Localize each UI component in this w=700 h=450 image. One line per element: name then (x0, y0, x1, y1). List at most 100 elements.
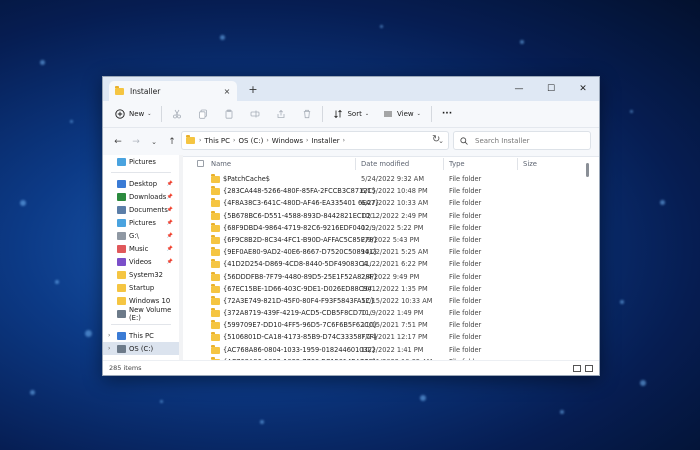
details-view-icon[interactable] (573, 365, 581, 372)
delete-button[interactable] (298, 104, 316, 124)
wallpaper-bokeh (260, 420, 264, 424)
tiles-view-icon[interactable] (585, 365, 593, 372)
sort-button[interactable]: Sort ⌄ (329, 104, 373, 124)
breadcrumb-installer[interactable]: Installer (311, 137, 339, 145)
sidebar-item-system32[interactable]: System32 (103, 268, 179, 281)
sidebar-item-label: Startup (129, 283, 155, 292)
table-row[interactable]: {68F9DBD4-9864-4719-82C6-9216EDF0402... 1… (183, 222, 591, 234)
up-button[interactable]: ↑ (163, 137, 181, 147)
sidebar-item-new-volume-e[interactable]: New Volume (E:) (103, 306, 179, 322)
share-button[interactable] (272, 104, 290, 124)
table-row[interactable]: {72A3E749-821D-45F0-80F4-F93F5843FA5C} 12… (183, 295, 591, 307)
desktop-icon (117, 179, 126, 188)
search-input[interactable] (473, 135, 587, 146)
file-date-modified: 10/22/2021 5:25 AM (361, 248, 429, 257)
sidebar-item-pictures[interactable]: Pictures 📌 (103, 216, 179, 229)
wallpaper-bokeh (55, 280, 59, 284)
column-header-name[interactable]: Name (211, 160, 231, 168)
sidebar-item-videos[interactable]: Videos 📌 (103, 255, 179, 268)
table-row[interactable]: {5B678BC6-D551-4588-893D-8442821ECD2... 1… (183, 210, 591, 222)
new-button[interactable]: New ⌄ (111, 104, 155, 124)
select-all-checkbox[interactable] (197, 160, 204, 167)
sidebar-item-os-c[interactable]: › OS (C:) (103, 342, 179, 355)
table-row[interactable]: {41D2D254-D869-4CD8-8440-5DF49083C4... 11… (183, 258, 591, 270)
table-row[interactable]: $PatchCache$ 5/24/2022 9:32 AM File folder (183, 173, 591, 185)
forward-button[interactable]: → (127, 137, 145, 147)
column-header-size[interactable]: Size (523, 160, 537, 168)
file-type: File folder (449, 345, 482, 354)
table-row[interactable]: {5106801D-CA18-4173-85B9-D74C33358F7F} 7/… (183, 331, 591, 343)
rename-button[interactable] (246, 104, 264, 124)
table-row[interactable]: {AC768A86-0804-1033-1959-018244601032} 10… (183, 344, 591, 356)
file-type: File folder (449, 260, 482, 269)
close-button[interactable]: ✕ (567, 77, 599, 101)
pictures-icon (117, 157, 126, 166)
column-divider[interactable] (517, 158, 518, 170)
maximize-button[interactable]: ☐ (535, 77, 567, 101)
minimize-button[interactable]: — (503, 77, 535, 101)
table-row[interactable]: {56DDDFB8-7F79-4480-89D5-25E1F52A828F} 2/… (183, 271, 591, 283)
sidebar-item-label: Downloads (129, 192, 167, 201)
file-list: Name Date modified Type Size $PatchCache… (183, 155, 591, 360)
refresh-icon[interactable]: ↻ (432, 134, 440, 145)
system32-icon (117, 270, 126, 279)
file-type: File folder (449, 296, 482, 305)
sidebar-item-label: Documents (129, 205, 168, 214)
expand-chevron-icon[interactable]: › (108, 332, 110, 339)
sidebar-item-desktop[interactable]: Desktop 📌 (103, 177, 179, 190)
videos-icon (117, 257, 126, 266)
tab-close-button[interactable]: × (221, 87, 233, 96)
sidebar-item-documents[interactable]: Documents 📌 (103, 203, 179, 216)
breadcrumb-this-pc[interactable]: This PC (204, 137, 230, 145)
folder-icon (211, 283, 220, 293)
sidebar-item-pictures[interactable]: Pictures (103, 155, 179, 168)
column-divider[interactable] (443, 158, 444, 170)
sidebar-item-label: Desktop (129, 179, 158, 188)
column-header-date-modified[interactable]: Date modified (361, 160, 409, 168)
file-name: {AC768A86-0804-1033-1959-018244601032} (223, 345, 377, 354)
tab-installer[interactable]: Installer × (109, 81, 237, 101)
cut-button[interactable] (168, 104, 186, 124)
column-divider[interactable] (355, 158, 356, 170)
new-tab-button[interactable]: + (247, 83, 259, 96)
breadcrumb-windows[interactable]: Windows (272, 137, 303, 145)
sidebar-item-music[interactable]: Music 📌 (103, 242, 179, 255)
table-row[interactable]: {4F8A38C3-641C-480D-AF46-EA335401 6EA7} 6… (183, 197, 591, 209)
file-explorer-window: Installer × + — ☐ ✕ New ⌄ Sort ⌄ View ⌄ … (102, 76, 600, 376)
back-button[interactable]: ← (109, 137, 127, 147)
documents-icon (117, 205, 126, 214)
table-row[interactable]: {599709E7-DD10-4FF5-96D5-7C6F6B5F62C0} 11… (183, 319, 591, 331)
table-row[interactable]: {283CA448-5266-480F-85FA-2FCCB3C8712C} 6/… (183, 185, 591, 197)
sidebar-item-this-pc[interactable]: › This PC (103, 329, 179, 342)
folder-icon-wrap (211, 259, 220, 270)
sidebar-item-downloads[interactable]: Downloads 📌 (103, 190, 179, 203)
breadcrumb-os-c[interactable]: OS (C:) (238, 137, 263, 145)
pin-icon: 📌 (166, 245, 173, 252)
table-row[interactable]: {6F9C8B2D-8C34-4FC1-B90D-AFFAC5C85E78} 2/… (183, 234, 591, 246)
file-type: File folder (449, 321, 482, 330)
file-name: {599709E7-DD10-4FF5-96D5-7C6F6B5F62C0} (223, 321, 378, 330)
sidebar-item-g[interactable]: G:\ 📌 (103, 229, 179, 242)
folder-icon (211, 234, 220, 244)
table-row[interactable]: {372A8719-439F-4219-ACD5-CDB5F8CD70... 11… (183, 307, 591, 319)
file-type: File folder (449, 175, 482, 183)
search-icon (460, 136, 468, 145)
more-options-button[interactable]: ··· (438, 104, 456, 124)
recent-locations-button[interactable]: ⌄ (145, 138, 163, 146)
table-row[interactable]: {67EC15BE-1D66-403C-9DE1-D026ED88C94... 1… (183, 283, 591, 295)
search-box[interactable] (453, 131, 591, 150)
explorer-body: Pictures Desktop 📌 Downloads 📌 Documents 📌 Pic… (103, 155, 599, 360)
file-name: $PatchCache$ (223, 175, 271, 183)
file-list-scrollbar[interactable] (586, 163, 589, 177)
folder-icon-wrap (211, 234, 220, 246)
column-header-type[interactable]: Type (449, 160, 465, 168)
wallpaper-bokeh (20, 200, 26, 206)
sidebar-item-startup[interactable]: Startup (103, 281, 179, 294)
expand-chevron-icon[interactable]: › (108, 345, 110, 352)
copy-button[interactable] (194, 104, 212, 124)
view-button[interactable]: View ⌄ (379, 104, 425, 124)
paste-button[interactable] (220, 104, 238, 124)
address-bar[interactable]: › This PC › OS (C:) › Windows › Installe… (181, 131, 449, 150)
table-row[interactable]: {9EF0AE80-9AD2-40E6-8667-D7520C508941} 10… (183, 246, 591, 258)
folder-icon-wrap (211, 344, 220, 356)
